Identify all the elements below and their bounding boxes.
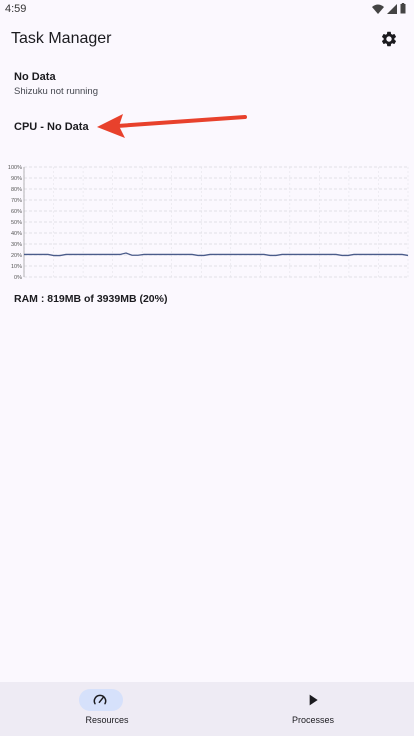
y-tick-label: 50% — [11, 220, 22, 226]
cpu-label: CPU - No Data — [14, 121, 89, 133]
signal-icon — [387, 3, 397, 14]
nav-item-processes[interactable]: Processes — [258, 682, 368, 736]
y-tick-label: 70% — [11, 198, 22, 204]
device-subtitle: Shizuku not running — [14, 86, 98, 97]
y-tick-label: 10% — [11, 264, 22, 270]
y-tick-label: 80% — [11, 187, 22, 193]
bottom-navigation: Resources Processes — [0, 682, 414, 736]
app-title: Task Manager — [11, 30, 112, 47]
cpu-usage-chart: 100% 90% 80% 70% 60% 50% 40% 30% 20% 10% 0% — [8, 165, 409, 281]
status-icons — [372, 3, 406, 14]
nav-label-processes: Processes — [291, 715, 335, 725]
y-tick-label: 0% — [14, 275, 22, 281]
battery-icon — [400, 3, 406, 14]
speedometer-icon — [93, 694, 107, 705]
arrow-shaft — [115, 115, 247, 128]
y-tick-label: 40% — [11, 231, 22, 237]
device-title: No Data — [14, 71, 56, 83]
y-tick-label: 90% — [11, 176, 22, 182]
play-icon — [309, 694, 318, 706]
y-tick-label: 30% — [11, 242, 22, 248]
y-tick-label: 20% — [11, 253, 22, 259]
nav-item-resources[interactable]: Resources — [52, 682, 162, 736]
status-bar: 4:59 — [0, 0, 414, 18]
y-tick-label: 100% — [8, 165, 22, 171]
gear-icon[interactable] — [380, 30, 398, 48]
wifi-icon — [372, 4, 384, 14]
ram-label: RAM : 819MB of 3939MB (20%) — [14, 293, 168, 305]
status-time: 4:59 — [5, 3, 27, 15]
annotation-arrow — [97, 114, 247, 138]
y-tick-label: 60% — [11, 209, 22, 215]
nav-label-resources: Resources — [85, 715, 129, 725]
